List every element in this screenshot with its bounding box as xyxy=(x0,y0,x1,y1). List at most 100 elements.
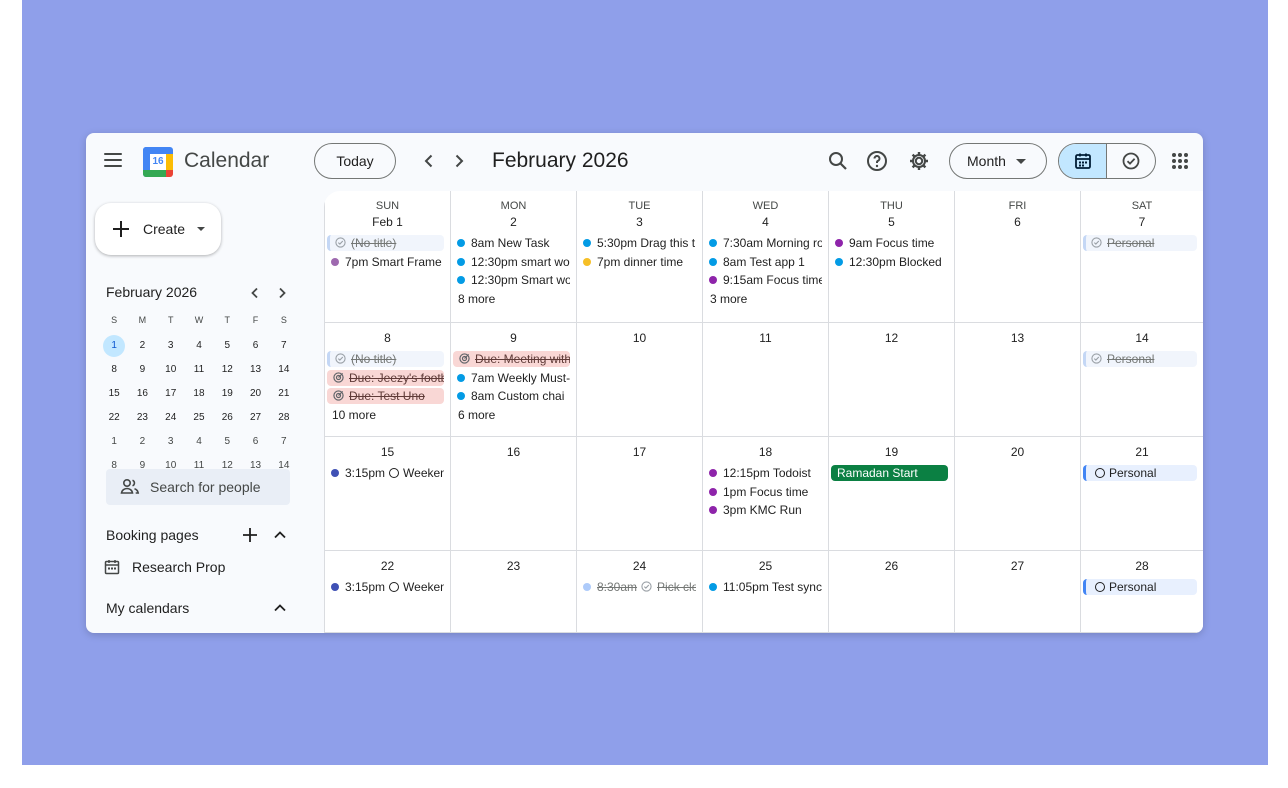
event-item[interactable]: 7pm Smart Frame xyxy=(327,254,444,270)
day-cell[interactable]: THU 5 9am Focus time 12:30pm Blocked xyxy=(828,191,954,323)
day-cell[interactable]: 27 xyxy=(954,551,1080,633)
day-cell[interactable]: 9 Due: Meeting with 7am Weekly Must- 8am Cu… xyxy=(450,323,576,437)
mini-calendar-day[interactable]: 17 xyxy=(157,382,185,406)
task-item[interactable]: (No title) xyxy=(327,235,444,251)
search-for-people-input[interactable]: Search for people xyxy=(106,469,290,505)
task-item[interactable]: Personal xyxy=(1083,351,1197,367)
day-cell[interactable]: 14 Personal xyxy=(1080,323,1203,437)
event-item[interactable]: 7pm dinner time xyxy=(579,254,696,270)
day-number[interactable]: 2 xyxy=(451,215,576,229)
next-period-button[interactable] xyxy=(447,149,471,173)
event-item[interactable]: 1pm Focus time xyxy=(705,484,822,500)
mini-calendar-day[interactable]: 1 xyxy=(100,334,128,358)
mini-calendar-day[interactable]: 24 xyxy=(157,406,185,430)
day-number[interactable]: 26 xyxy=(829,559,954,573)
more-events-link[interactable]: 8 more xyxy=(458,292,495,306)
day-cell[interactable]: 10 xyxy=(576,323,702,437)
day-cell[interactable]: SAT 7 Personal xyxy=(1080,191,1203,323)
day-cell[interactable]: 18 12:15pm Todoist 1pm Focus time 3pm KMC R… xyxy=(702,437,828,551)
mini-calendar-day[interactable]: 9 xyxy=(128,358,156,382)
task-item[interactable]: Personal xyxy=(1083,235,1197,251)
day-cell[interactable]: 23 xyxy=(450,551,576,633)
mini-calendar-day[interactable]: 5 xyxy=(213,430,241,454)
mini-calendar-day[interactable]: 14 xyxy=(270,358,298,382)
day-cell[interactable]: 21 Personal xyxy=(1080,437,1203,551)
day-number[interactable]: 28 xyxy=(1081,559,1203,573)
more-events-link[interactable]: 10 more xyxy=(332,408,376,422)
search-button[interactable] xyxy=(826,149,850,173)
timed-task-item[interactable]: 3:15pm Weeken xyxy=(327,465,444,481)
mini-calendar-day[interactable]: 2 xyxy=(128,334,156,358)
create-button[interactable]: Create xyxy=(95,203,221,255)
day-cell[interactable]: 11 xyxy=(702,323,828,437)
day-cell[interactable]: FRI 6 xyxy=(954,191,1080,323)
day-cell[interactable]: 26 xyxy=(828,551,954,633)
view-selector-dropdown[interactable]: Month xyxy=(949,143,1047,179)
mini-calendar-day[interactable]: 7 xyxy=(270,430,298,454)
due-task-item[interactable]: Due: Jeezy's footb xyxy=(327,369,444,386)
mini-calendar-day[interactable]: 20 xyxy=(241,382,269,406)
mini-calendar-day[interactable]: 18 xyxy=(185,382,213,406)
mini-calendar-day[interactable]: 2 xyxy=(128,430,156,454)
settings-button[interactable] xyxy=(907,149,931,173)
mini-calendar-day[interactable]: 13 xyxy=(241,358,269,382)
tasks-view-toggle[interactable] xyxy=(1108,144,1155,178)
day-number[interactable]: 12 xyxy=(829,331,954,345)
day-number[interactable]: 23 xyxy=(451,559,576,573)
today-button[interactable]: Today xyxy=(314,143,396,179)
mini-calendar-day[interactable]: 27 xyxy=(241,406,269,430)
mini-calendar-day[interactable]: 11 xyxy=(185,358,213,382)
day-cell[interactable]: 25 11:05pm Test sync xyxy=(702,551,828,633)
day-cell[interactable]: SUN Feb 1 (No title) 7pm Smart Frame xyxy=(324,191,450,323)
mini-calendar-next-button[interactable] xyxy=(272,283,292,303)
day-number[interactable]: 21 xyxy=(1081,445,1203,459)
main-menu-icon[interactable] xyxy=(104,153,122,167)
mini-calendar-day[interactable]: 4 xyxy=(185,430,213,454)
event-item[interactable]: 8am New Task xyxy=(453,235,570,251)
mini-calendar-day[interactable]: 26 xyxy=(213,406,241,430)
day-number[interactable]: 8 xyxy=(325,331,450,345)
event-item[interactable]: 11:05pm Test sync xyxy=(705,579,822,595)
mini-calendar-day[interactable]: 5 xyxy=(213,334,241,358)
day-cell[interactable]: 13 xyxy=(954,323,1080,437)
more-events-link[interactable]: 6 more xyxy=(458,408,495,422)
event-item[interactable]: 8am Test app 1 xyxy=(705,254,822,270)
day-number[interactable]: 9 xyxy=(451,331,576,345)
mini-calendar-day[interactable]: 16 xyxy=(128,382,156,406)
day-cell[interactable]: 16 xyxy=(450,437,576,551)
day-number[interactable]: 10 xyxy=(577,331,702,345)
completed-timed-task[interactable]: 8:30am Pick clo xyxy=(579,579,696,595)
mini-calendar-day[interactable]: 12 xyxy=(213,358,241,382)
day-number[interactable]: 27 xyxy=(955,559,1080,573)
day-cell[interactable]: 15 3:15pm Weeken xyxy=(324,437,450,551)
timed-task-item[interactable]: 3:15pm Weeken xyxy=(327,579,444,595)
day-cell[interactable]: WED 4 7:30am Morning ro 8am Test app 1 9:15a… xyxy=(702,191,828,323)
day-number[interactable]: 4 xyxy=(703,215,828,229)
day-number[interactable]: 5 xyxy=(829,215,954,229)
event-item[interactable]: 7am Weekly Must- xyxy=(453,370,570,386)
event-item[interactable]: 12:30pm Blocked xyxy=(831,254,948,270)
day-number[interactable]: 24 xyxy=(577,559,702,573)
mini-calendar-day[interactable]: 3 xyxy=(157,430,185,454)
more-events-link[interactable]: 3 more xyxy=(710,292,747,306)
event-item[interactable]: 3pm KMC Run xyxy=(705,502,822,518)
mini-calendar-day[interactable]: 10 xyxy=(157,358,185,382)
mini-calendar-day[interactable]: 15 xyxy=(100,382,128,406)
due-task-item[interactable]: Due: Test Uno xyxy=(327,388,444,404)
day-number[interactable]: 22 xyxy=(325,559,450,573)
mini-calendar-day[interactable]: 25 xyxy=(185,406,213,430)
mini-calendar-day[interactable]: 21 xyxy=(270,382,298,406)
day-number[interactable]: 25 xyxy=(703,559,828,573)
day-cell[interactable]: 28 Personal xyxy=(1080,551,1203,633)
day-cell[interactable]: TUE 3 5:30pm Drag this t 7pm dinner time xyxy=(576,191,702,323)
day-cell[interactable]: MON 2 8am New Task 12:30pm smart wo 12:30pm … xyxy=(450,191,576,323)
mini-calendar-day[interactable]: 22 xyxy=(100,406,128,430)
mini-calendar-day[interactable]: 1 xyxy=(100,430,128,454)
add-booking-page-button[interactable] xyxy=(241,526,259,544)
all-day-task[interactable]: Personal xyxy=(1083,465,1197,481)
mini-calendar-day[interactable]: 28 xyxy=(270,406,298,430)
event-item[interactable]: 7:30am Morning ro xyxy=(705,235,822,251)
event-item[interactable]: 12:15pm Todoist xyxy=(705,465,822,481)
day-cell[interactable]: 24 8:30am Pick clo xyxy=(576,551,702,633)
day-number[interactable]: 14 xyxy=(1081,331,1203,345)
